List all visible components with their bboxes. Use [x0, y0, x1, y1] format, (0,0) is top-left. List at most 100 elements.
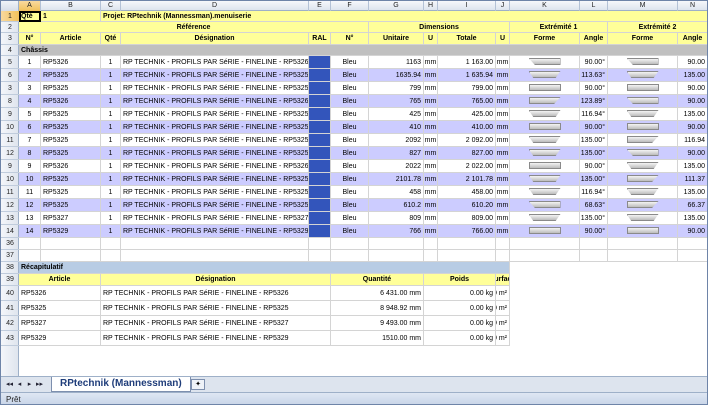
ral-name-cell[interactable]: Bleu [331, 134, 369, 147]
article-cell[interactable]: RP5325 [41, 121, 101, 134]
end2-angle-cell[interactable]: 90.00 [678, 147, 707, 160]
end2-shape-cell[interactable] [608, 212, 678, 225]
row-header[interactable]: 5 [1, 56, 19, 69]
end1-shape-cell[interactable] [510, 173, 580, 186]
unit-cell[interactable]: mm [424, 186, 438, 199]
unit-cell[interactable]: mm [496, 212, 510, 225]
recap-quantity-cell[interactable]: 9 493.00 mm [331, 316, 424, 331]
article-cell[interactable]: RP5325 [41, 199, 101, 212]
row-number-cell[interactable]: 1 [19, 56, 41, 69]
unit-cell[interactable]: mm [496, 147, 510, 160]
unit-length-cell[interactable]: 766 [369, 225, 424, 238]
recap-header-cell[interactable]: Quantité [331, 274, 424, 286]
unit-cell[interactable]: mm [424, 199, 438, 212]
empty-cell[interactable] [369, 250, 424, 262]
total-length-cell[interactable]: 2 022.00 [438, 160, 496, 173]
row-header[interactable]: 12 [1, 199, 19, 212]
recap-header-cell[interactable]: Surface [496, 274, 510, 286]
empty-cell[interactable] [101, 250, 121, 262]
ral-name-cell[interactable]: Bleu [331, 82, 369, 95]
article-cell[interactable]: RP5325 [41, 82, 101, 95]
ral-name-cell[interactable]: Bleu [331, 95, 369, 108]
recap-designation-cell[interactable]: RP TECHNIK - PROFILS PAR SéRIE - FINELIN… [101, 316, 331, 331]
quantity-cell[interactable]: 1 [101, 147, 121, 160]
total-length-cell[interactable]: 799.00 [438, 82, 496, 95]
end1-shape-cell[interactable] [510, 147, 580, 160]
end1-angle-cell[interactable]: 116.94° [580, 186, 608, 199]
row-header[interactable]: 14 [1, 225, 19, 238]
designation-cell[interactable]: RP TECHNIK - PROFILS PAR SéRIE - FINELIN… [121, 212, 309, 225]
article-cell[interactable]: RP5325 [41, 108, 101, 121]
column-header-d[interactable]: D [121, 1, 309, 11]
row-header[interactable]: 39 [1, 274, 19, 286]
ral-color-cell[interactable] [309, 82, 331, 95]
dimensions-group-header[interactable]: Dimensions [369, 22, 510, 33]
recap-article-cell[interactable]: RP5325 [19, 301, 101, 316]
empty-cell[interactable] [331, 250, 369, 262]
prev-sheet-nav-icon[interactable]: ◂ [15, 380, 24, 389]
column-label-cell[interactable]: U [496, 33, 510, 45]
end2-shape-cell[interactable] [608, 147, 678, 160]
article-cell[interactable]: RP5326 [41, 95, 101, 108]
row-number-cell[interactable]: 4 [19, 95, 41, 108]
extremite1-group-header[interactable]: Extrémité 1 [510, 22, 608, 33]
sheet-tab-rptechnik[interactable]: RPtechnik (Mannessman) [51, 377, 191, 392]
unit-length-cell[interactable]: 1163 [369, 56, 424, 69]
next-sheet-nav-icon[interactable]: ▸ [25, 380, 34, 389]
end1-angle-cell[interactable]: 135.00° [580, 212, 608, 225]
row-header[interactable]: 11 [1, 134, 19, 147]
end2-angle-cell[interactable]: 111.37 [678, 173, 707, 186]
empty-cell[interactable] [678, 250, 707, 262]
qte-value-cell[interactable]: 1 [41, 11, 101, 22]
row-header[interactable]: 40 [1, 286, 19, 301]
unit-length-cell[interactable]: 1635.94 [369, 69, 424, 82]
end2-angle-cell[interactable]: 116.94 [678, 134, 707, 147]
empty-cell[interactable] [331, 238, 369, 250]
unit-cell[interactable]: mm [496, 199, 510, 212]
ral-color-cell[interactable] [309, 56, 331, 69]
column-label-cell[interactable]: Article [41, 33, 101, 45]
end1-shape-cell[interactable] [510, 95, 580, 108]
chassis-section-label[interactable]: Châssis [19, 45, 707, 56]
total-length-cell[interactable]: 1 635.94 [438, 69, 496, 82]
unit-cell[interactable]: mm [496, 69, 510, 82]
row-number-cell[interactable]: 5 [19, 108, 41, 121]
quantity-cell[interactable]: 1 [101, 121, 121, 134]
column-header-e[interactable]: E [309, 1, 331, 11]
empty-cell[interactable] [496, 238, 510, 250]
article-cell[interactable]: RP5326 [41, 160, 101, 173]
end1-shape-cell[interactable] [510, 212, 580, 225]
column-header-a[interactable]: A [19, 1, 41, 11]
unit-cell[interactable]: mm [496, 186, 510, 199]
end2-angle-cell[interactable]: 90.00 [678, 121, 707, 134]
unit-length-cell[interactable]: 610.2 [369, 199, 424, 212]
designation-cell[interactable]: RP TECHNIK - PROFILS PAR SéRIE - FINELIN… [121, 160, 309, 173]
first-sheet-nav-icon[interactable]: ◂◂ [5, 380, 14, 389]
empty-cell[interactable] [19, 250, 41, 262]
empty-cell[interactable] [580, 250, 608, 262]
end2-shape-cell[interactable] [608, 199, 678, 212]
column-header-k[interactable]: K [510, 1, 580, 11]
column-header-n[interactable]: N [678, 1, 707, 11]
designation-cell[interactable]: RP TECHNIK - PROFILS PAR SéRIE - FINELIN… [121, 173, 309, 186]
row-header[interactable]: 9 [1, 108, 19, 121]
column-header-c[interactable]: C [101, 1, 121, 11]
end2-angle-cell[interactable]: 90.00 [678, 225, 707, 238]
end1-angle-cell[interactable]: 113.63° [580, 69, 608, 82]
row-number-cell[interactable]: 14 [19, 225, 41, 238]
article-cell[interactable]: RP5325 [41, 186, 101, 199]
unit-cell[interactable]: mm [496, 134, 510, 147]
row-header[interactable]: 38 [1, 262, 19, 274]
total-length-cell[interactable]: 1 163.00 [438, 56, 496, 69]
quantity-cell[interactable]: 1 [101, 212, 121, 225]
empty-cell[interactable] [309, 250, 331, 262]
ral-name-cell[interactable]: Bleu [331, 69, 369, 82]
end2-angle-cell[interactable]: 90.00 [678, 82, 707, 95]
ral-color-cell[interactable] [309, 199, 331, 212]
ral-name-cell[interactable]: Bleu [331, 160, 369, 173]
end1-angle-cell[interactable]: 90.00° [580, 121, 608, 134]
row-header[interactable]: 4 [1, 45, 19, 56]
row-header[interactable]: 42 [1, 316, 19, 331]
end2-angle-cell[interactable]: 90.00 [678, 95, 707, 108]
column-label-cell[interactable]: Forme [510, 33, 580, 45]
